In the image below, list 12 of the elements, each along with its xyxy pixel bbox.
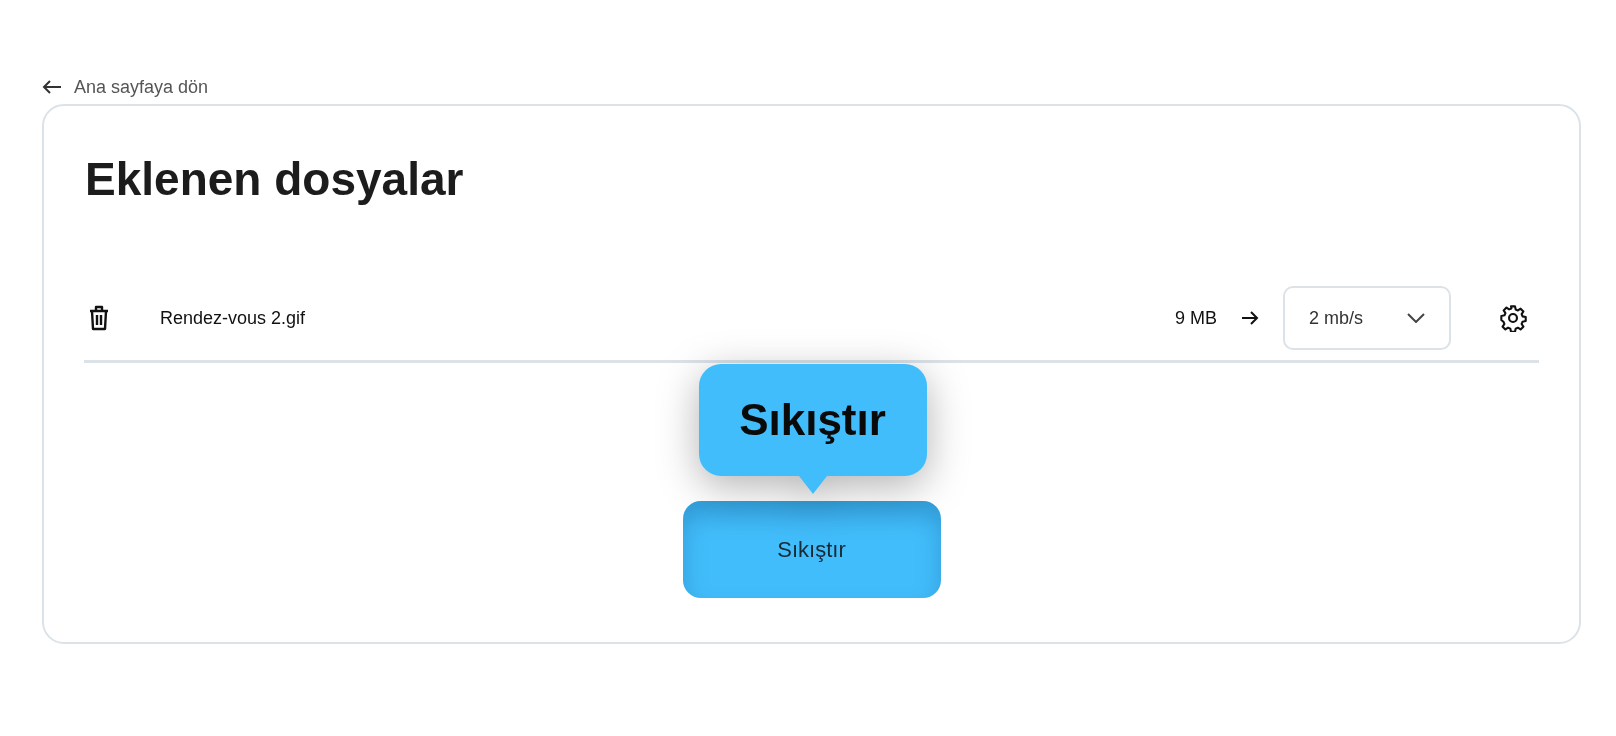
settings-icon[interactable] — [1499, 304, 1527, 332]
right-arrow-icon — [1241, 310, 1259, 326]
file-name: Rendez-vous 2.gif — [160, 307, 306, 329]
tooltip: Sıkıştır — [698, 364, 927, 494]
back-link[interactable]: Ana sayfaya dön — [42, 76, 209, 98]
trash-icon[interactable] — [88, 305, 110, 331]
left-arrow-icon — [42, 79, 62, 95]
page-title: Eklenen dosyalar — [85, 152, 465, 207]
compress-button[interactable]: Sıkıştır — [682, 501, 941, 598]
chevron-down-icon — [1407, 313, 1425, 323]
speed-dropdown[interactable]: 2 mb/s — [1283, 286, 1451, 350]
file-size: 9 MB — [1175, 307, 1217, 329]
